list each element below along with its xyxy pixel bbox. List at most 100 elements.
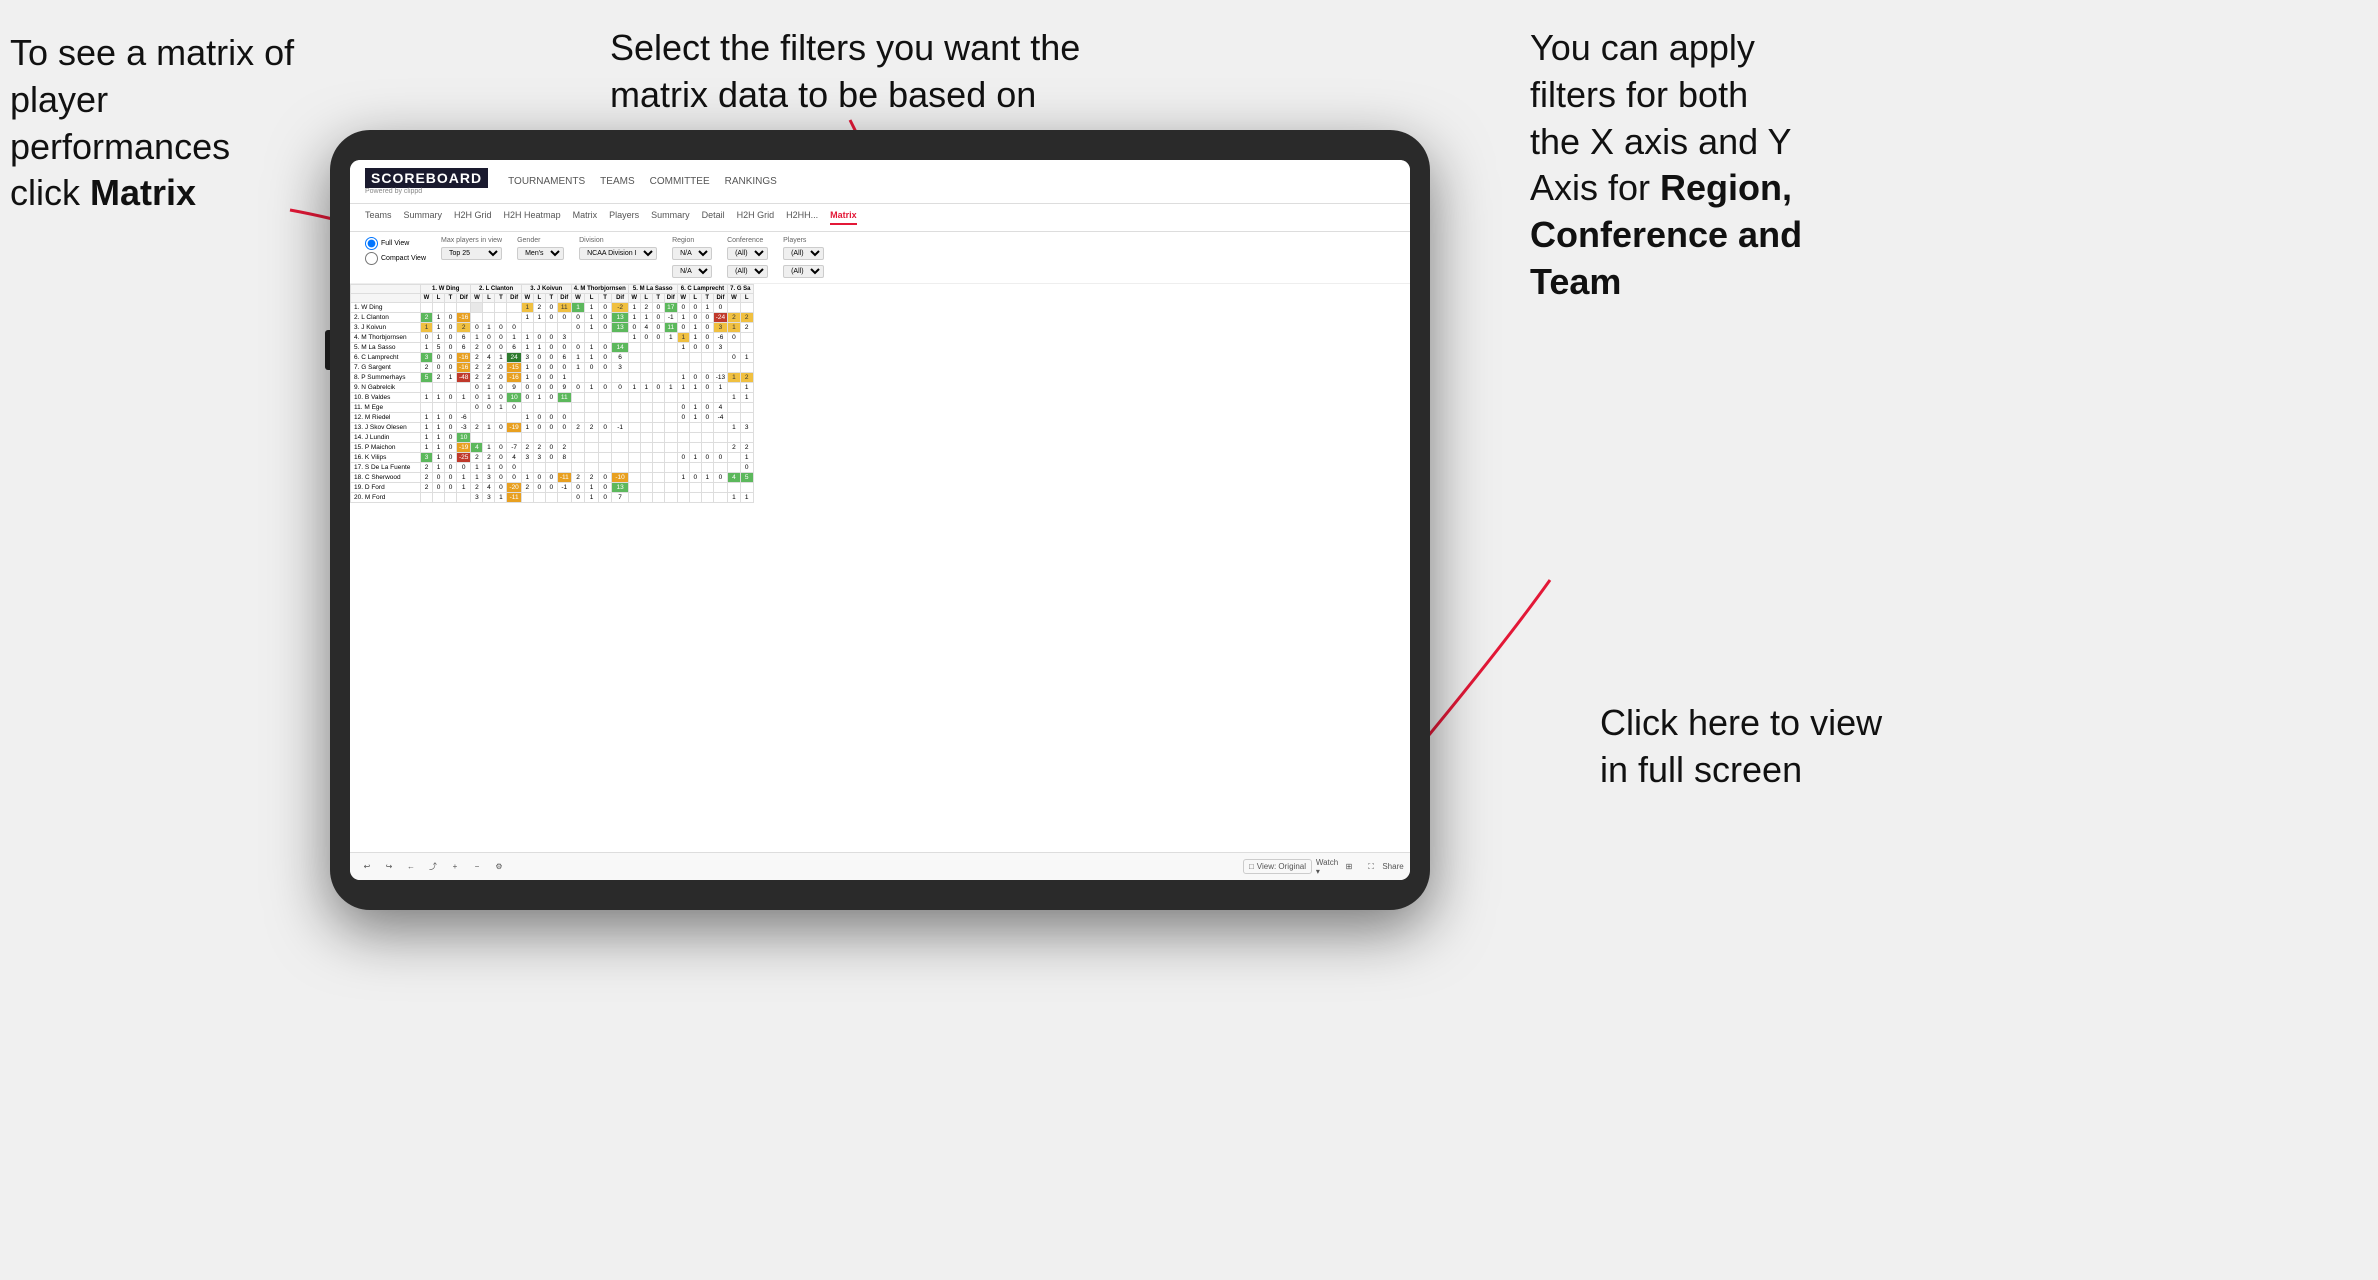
- cell-9-9: 1: [533, 393, 545, 403]
- cell-1-0: 2: [421, 313, 433, 323]
- toolbar-settings[interactable]: ⚙: [492, 860, 506, 874]
- compact-view-radio[interactable]: [365, 252, 378, 265]
- cell-19-15: 7: [612, 493, 628, 503]
- cell-11-8: 1: [521, 413, 533, 423]
- grid-icon[interactable]: ⊞: [1342, 860, 1356, 874]
- full-view-option[interactable]: Full View: [365, 237, 426, 250]
- cell-13-15: [612, 433, 628, 443]
- cell-14-8: 2: [521, 443, 533, 453]
- cell-12-7: -19: [507, 423, 521, 433]
- cell-11-1: 1: [433, 413, 445, 423]
- max-players-select[interactable]: Top 25: [441, 247, 502, 260]
- cell-7-12: [571, 373, 585, 383]
- toolbar-back[interactable]: ←: [404, 860, 418, 874]
- region-select[interactable]: N/A: [672, 247, 712, 260]
- cell-8-15: 0: [612, 383, 628, 393]
- cell-11-7: [507, 413, 521, 423]
- scoreboard-logo: SCOREBOARD Powered by clippd: [365, 168, 488, 195]
- players-select[interactable]: (All): [783, 247, 824, 260]
- cell-13-9: [533, 433, 545, 443]
- conference-select[interactable]: (All): [727, 247, 768, 260]
- tab-summary2[interactable]: Summary: [651, 210, 690, 225]
- conference-select2[interactable]: (All): [727, 265, 768, 278]
- cell-7-6: 0: [495, 373, 507, 383]
- tab-h2h-grid2[interactable]: H2H Grid: [737, 210, 775, 225]
- cell-13-19: [664, 433, 677, 443]
- cell-18-15: 13: [612, 483, 628, 493]
- filter-gender: Gender Men's: [517, 237, 564, 260]
- cell-15-18: [652, 453, 664, 463]
- cell-16-9: [533, 463, 545, 473]
- cell-4-3: 6: [457, 343, 471, 353]
- tab-teams[interactable]: Teams: [365, 210, 392, 225]
- cell-9-18: [652, 393, 664, 403]
- full-view-radio[interactable]: [365, 237, 378, 250]
- cell-19-6: 1: [495, 493, 507, 503]
- annotation-bottom-right: Click here to view in full screen: [1600, 700, 1882, 794]
- cell-2-24: 1: [728, 323, 741, 333]
- cell-6-11: 0: [557, 363, 571, 373]
- tab-h2h-grid[interactable]: H2H Grid: [454, 210, 492, 225]
- sh-t4: T: [598, 294, 612, 303]
- cell-8-0: [421, 383, 433, 393]
- tab-summary[interactable]: Summary: [404, 210, 443, 225]
- cell-1-14: 0: [598, 313, 612, 323]
- cell-0-6: [495, 303, 507, 313]
- cell-4-6: 0: [495, 343, 507, 353]
- player-name-16: 17. S De La Fuente: [351, 463, 421, 473]
- cell-1-23: -24: [713, 313, 727, 323]
- cell-8-10: 0: [545, 383, 557, 393]
- toolbar-redo[interactable]: ↪: [382, 860, 396, 874]
- cell-19-11: [557, 493, 571, 503]
- tab-h2hh[interactable]: H2HH...: [786, 210, 818, 225]
- cell-9-7: 10: [507, 393, 521, 403]
- sh-l5: L: [640, 294, 652, 303]
- cell-17-17: [640, 473, 652, 483]
- tab-h2h-heatmap[interactable]: H2H Heatmap: [504, 210, 561, 225]
- cell-3-22: 0: [701, 333, 713, 343]
- compact-view-option[interactable]: Compact View: [365, 252, 426, 265]
- cell-12-16: [628, 423, 640, 433]
- tab-players[interactable]: Players: [609, 210, 639, 225]
- cell-17-13: 2: [585, 473, 599, 483]
- cell-19-12: 0: [571, 493, 585, 503]
- cell-18-8: 2: [521, 483, 533, 493]
- fullscreen-icon[interactable]: ⛶: [1364, 860, 1378, 874]
- tab-detail[interactable]: Detail: [702, 210, 725, 225]
- watch-button[interactable]: Watch ▾: [1320, 860, 1334, 874]
- cell-11-10: 0: [545, 413, 557, 423]
- view-original-button[interactable]: □ View: Original: [1243, 859, 1312, 874]
- cell-6-14: 0: [598, 363, 612, 373]
- tab-matrix[interactable]: Matrix: [573, 210, 598, 225]
- toolbar-share-small[interactable]: ⤴: [426, 860, 440, 874]
- nav-rankings[interactable]: RANKINGS: [725, 176, 777, 187]
- cell-14-21: [689, 443, 701, 453]
- nav-committee[interactable]: COMMITTEE: [650, 176, 710, 187]
- cell-3-20: 1: [677, 333, 689, 343]
- share-button[interactable]: Share: [1386, 860, 1400, 874]
- cell-11-25: [740, 413, 753, 423]
- toolbar-minus[interactable]: −: [470, 860, 484, 874]
- region-select2[interactable]: N/A: [672, 265, 712, 278]
- players-select2[interactable]: (All): [783, 265, 824, 278]
- cell-14-13: [585, 443, 599, 453]
- tab-matrix2[interactable]: Matrix: [830, 210, 857, 225]
- gender-select[interactable]: Men's: [517, 247, 564, 260]
- cell-18-25: [740, 483, 753, 493]
- toolbar-plus[interactable]: +: [448, 860, 462, 874]
- cell-7-8: 1: [521, 373, 533, 383]
- cell-12-2: 0: [445, 423, 457, 433]
- cell-5-16: [628, 353, 640, 363]
- cell-11-18: [652, 413, 664, 423]
- cell-10-12: [571, 403, 585, 413]
- toolbar-undo[interactable]: ↩: [360, 860, 374, 874]
- division-select[interactable]: NCAA Division I: [579, 247, 657, 260]
- subheader-player: [351, 294, 421, 303]
- cell-2-8: [521, 323, 533, 333]
- cell-15-7: 4: [507, 453, 521, 463]
- cell-0-7: [507, 303, 521, 313]
- nav-teams[interactable]: TEAMS: [600, 176, 634, 187]
- cell-18-16: [628, 483, 640, 493]
- cell-0-23: 0: [713, 303, 727, 313]
- nav-tournaments[interactable]: TOURNAMENTS: [508, 176, 585, 187]
